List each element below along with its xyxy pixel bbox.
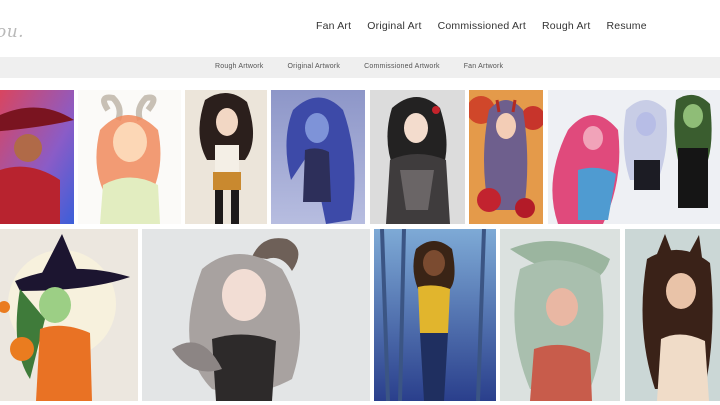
artwork-thumbnail-dark-haired-girl[interactable] xyxy=(185,90,267,224)
artwork-thumbnail-floral-elf[interactable] xyxy=(500,229,620,401)
subnav-commissioned-artwork[interactable]: Commissioned Artwork xyxy=(364,63,440,70)
artwork-image xyxy=(271,90,365,224)
artwork-thumbnail-fox-eared-woman[interactable] xyxy=(625,229,720,401)
artwork-gallery xyxy=(0,78,720,405)
artwork-thumbnail-three-girls[interactable] xyxy=(548,90,720,224)
artwork-image xyxy=(374,229,496,401)
nav-commissioned-art[interactable]: Commissioned Art xyxy=(438,20,526,32)
main-nav: Fan Art Original Art Commissioned Art Ro… xyxy=(316,20,647,32)
artwork-thumbnail-forest-warrior[interactable] xyxy=(374,229,496,401)
artwork-image xyxy=(142,229,370,401)
artwork-thumbnail-red-hat[interactable] xyxy=(0,90,74,224)
artwork-thumbnail-ram-horned-girl[interactable] xyxy=(142,229,370,401)
nav-rough-art[interactable]: Rough Art xyxy=(542,20,591,32)
nav-original-art[interactable]: Original Art xyxy=(367,20,421,32)
artwork-thumbnail-ram-horns-sketch[interactable] xyxy=(78,90,181,224)
category-subnav: Rough Artwork Original Artwork Commissio… xyxy=(0,57,720,78)
site-logo[interactable]: ou. xyxy=(0,22,24,42)
artwork-image xyxy=(370,90,465,224)
artwork-image xyxy=(185,90,267,224)
nav-fan-art[interactable]: Fan Art xyxy=(316,20,351,32)
artwork-thumbnail-halloween-witch[interactable] xyxy=(0,229,138,401)
subnav-rough-artwork[interactable]: Rough Artwork xyxy=(215,63,264,70)
artwork-image xyxy=(0,229,138,401)
artwork-thumbnail-armored-woman[interactable] xyxy=(370,90,465,224)
artwork-thumbnail-blue-elf[interactable] xyxy=(271,90,365,224)
artwork-image xyxy=(548,90,720,224)
subnav-fan-artwork[interactable]: Fan Artwork xyxy=(464,63,504,70)
nav-resume[interactable]: Resume xyxy=(607,20,647,32)
artwork-image xyxy=(625,229,720,401)
artwork-image xyxy=(500,229,620,401)
artwork-image xyxy=(0,90,74,224)
artwork-image xyxy=(78,90,181,224)
subnav-original-artwork[interactable]: Original Artwork xyxy=(288,63,341,70)
artwork-image xyxy=(469,90,543,224)
artwork-thumbnail-autumn-demon[interactable] xyxy=(469,90,543,224)
site-header: ou. Fan Art Original Art Commissioned Ar… xyxy=(0,0,720,57)
